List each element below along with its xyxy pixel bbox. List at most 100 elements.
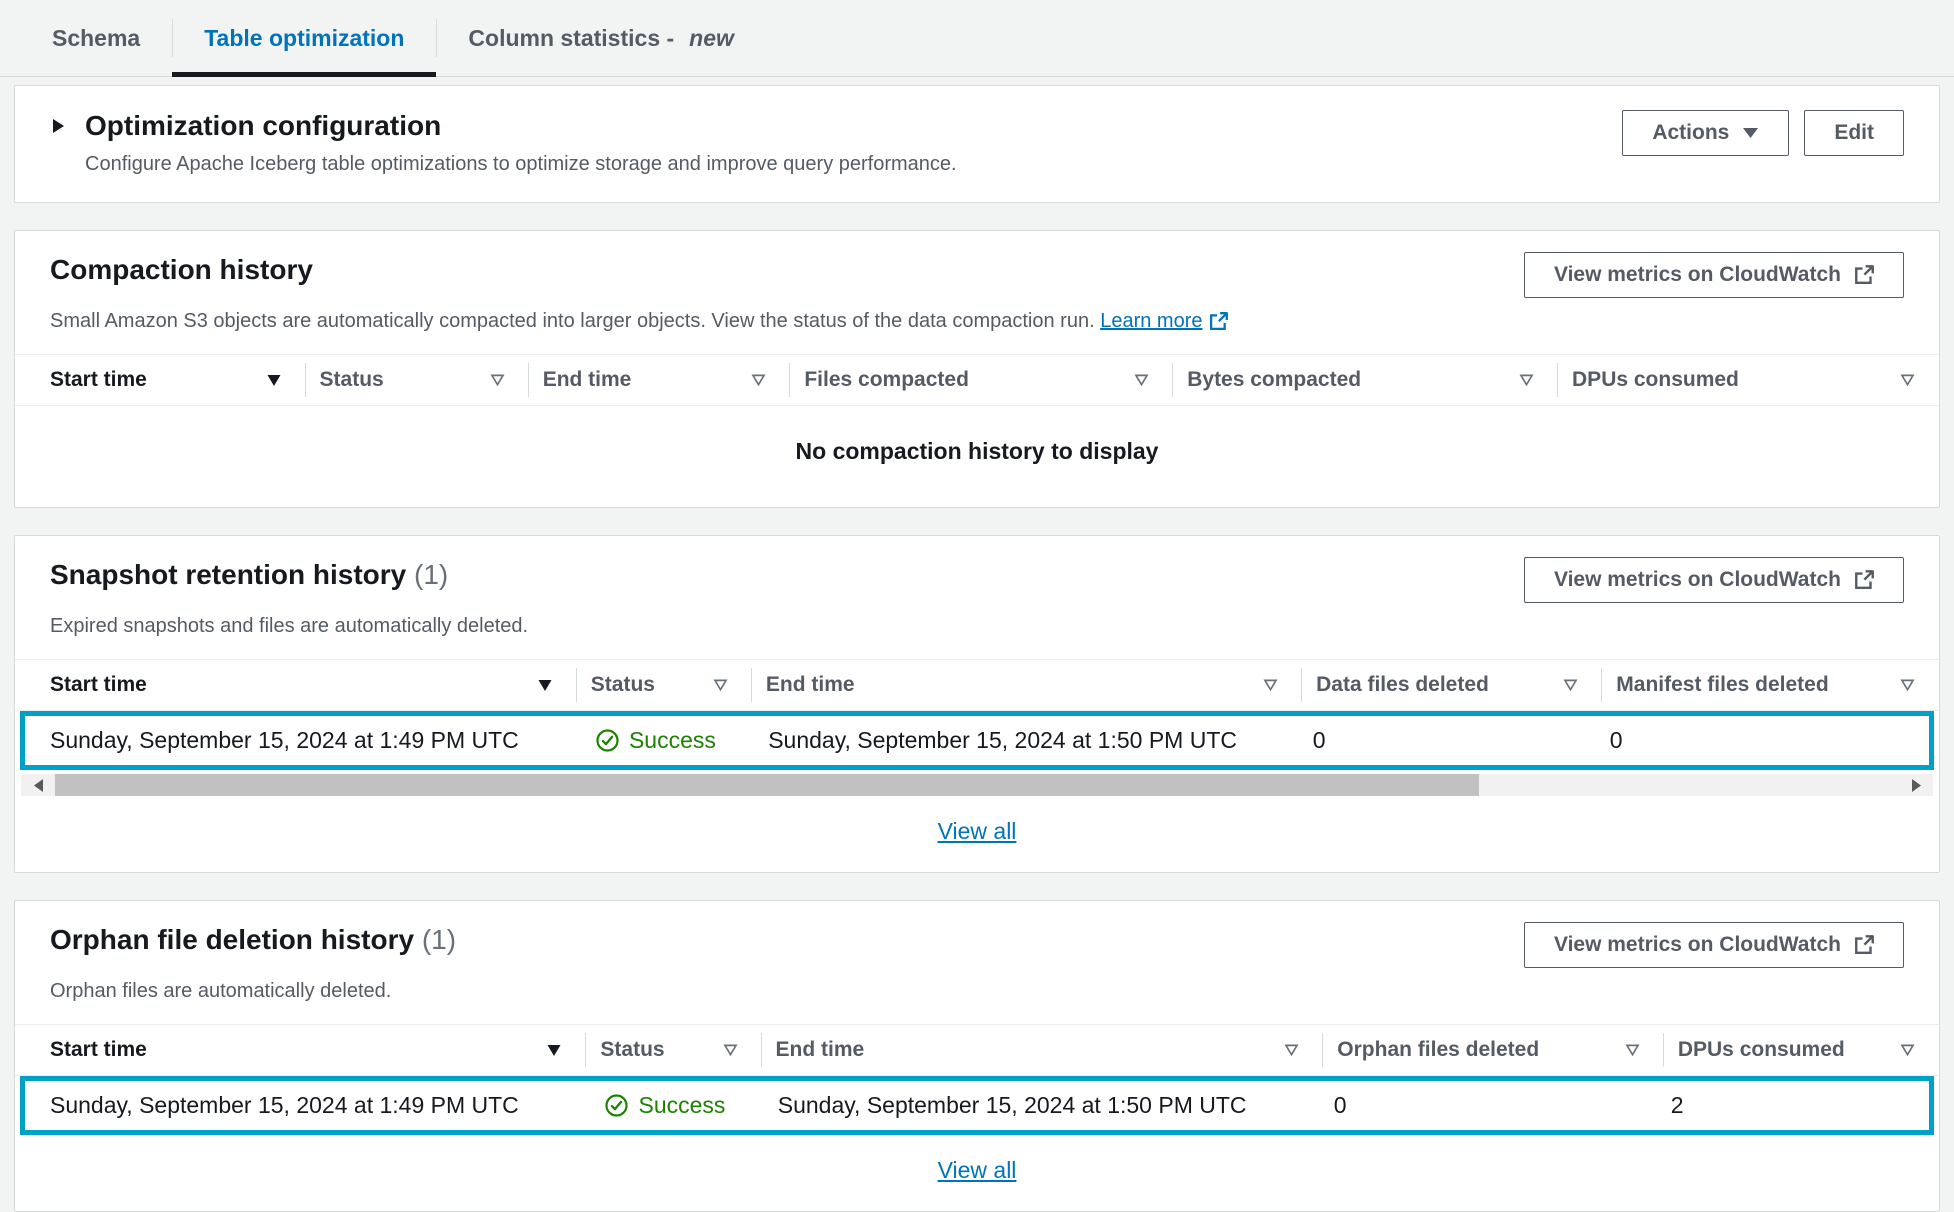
column-header-start-time[interactable]: Start time — [15, 355, 306, 405]
edit-button[interactable]: Edit — [1804, 110, 1904, 156]
orphan-table-header: Start time Status End time Orphan files … — [15, 1024, 1939, 1076]
orphan-view-metrics-label: View metrics on CloudWatch — [1554, 933, 1841, 957]
column-label: Start time — [50, 1038, 147, 1062]
snapshot-table-row-selected[interactable]: Sunday, September 15, 2024 at 1:49 PM UT… — [20, 711, 1934, 770]
column-header-start-time[interactable]: Start time — [15, 660, 577, 710]
filter-icon[interactable] — [723, 1044, 738, 1056]
filter-icon[interactable] — [1519, 374, 1534, 386]
filter-icon[interactable] — [1900, 374, 1915, 386]
filter-icon[interactable] — [1263, 679, 1278, 691]
filter-icon[interactable] — [1563, 679, 1578, 691]
sort-filter-icon[interactable] — [266, 374, 282, 387]
scroll-left-arrow[interactable] — [21, 774, 55, 796]
start-time-cell: Sunday, September 15, 2024 at 1:49 PM UT… — [25, 1081, 590, 1130]
snapshot-view-all-link[interactable]: View all — [938, 818, 1017, 844]
end-time-cell: Sunday, September 15, 2024 at 1:50 PM UT… — [754, 716, 1299, 765]
scroll-right-arrow[interactable] — [1899, 774, 1933, 796]
column-header-orphan-files-deleted[interactable]: Orphan files deleted — [1323, 1025, 1664, 1075]
column-label: Start time — [50, 673, 147, 697]
column-header-end-time[interactable]: End time — [529, 355, 791, 405]
status-cell: Success — [590, 1081, 763, 1130]
filter-icon[interactable] — [1134, 374, 1149, 386]
compaction-table-header: Start time Status End time Files compact… — [15, 354, 1939, 406]
column-label: End time — [543, 368, 632, 392]
data-files-deleted-cell: 0 — [1299, 716, 1596, 765]
column-label: Manifest files deleted — [1616, 673, 1828, 697]
optimization-configuration-description: Configure Apache Iceberg table optimizat… — [85, 153, 957, 176]
column-header-manifest-files-deleted[interactable]: Manifest files deleted — [1602, 660, 1939, 710]
orphan-deletion-title: Orphan file deletion history (1) — [50, 924, 456, 956]
orphan-title-text: Orphan file deletion history — [50, 924, 414, 955]
left-arrow-icon — [34, 779, 43, 792]
tab-schema[interactable]: Schema — [20, 0, 172, 76]
filter-icon[interactable] — [1900, 1044, 1915, 1056]
sort-filter-icon[interactable] — [546, 1044, 562, 1057]
column-label: Status — [591, 673, 655, 697]
right-arrow-icon — [1912, 779, 1921, 792]
snapshot-table-header: Start time Status End time Data files de… — [15, 659, 1939, 711]
compaction-view-metrics-button[interactable]: View metrics on CloudWatch — [1524, 252, 1904, 298]
compaction-history-card: Compaction history View metrics on Cloud… — [14, 230, 1940, 508]
column-header-bytes-compacted[interactable]: Bytes compacted — [1173, 355, 1558, 405]
orphan-view-metrics-button[interactable]: View metrics on CloudWatch — [1524, 922, 1904, 968]
filter-icon[interactable] — [1625, 1044, 1640, 1056]
filter-icon[interactable] — [713, 679, 728, 691]
column-label: DPUs consumed — [1572, 368, 1739, 392]
compaction-history-table: Start time Status End time Files compact… — [15, 354, 1939, 507]
learn-more-link[interactable]: Learn more — [1100, 310, 1228, 333]
column-header-start-time[interactable]: Start time — [15, 1025, 586, 1075]
snapshot-retention-description: Expired snapshots and files are automati… — [50, 615, 1904, 638]
tab-column-statistics-label: Column statistics - — [468, 25, 674, 52]
actions-button[interactable]: Actions — [1622, 110, 1789, 156]
filter-icon[interactable] — [1900, 679, 1915, 691]
orphan-deletion-description: Orphan files are automatically deleted. — [50, 980, 1904, 1003]
filter-icon[interactable] — [751, 374, 766, 386]
snapshot-title-text: Snapshot retention history — [50, 559, 406, 590]
scrollbar-track[interactable] — [1479, 774, 1899, 796]
column-header-status[interactable]: Status — [586, 1025, 761, 1075]
column-header-end-time[interactable]: End time — [752, 660, 1302, 710]
column-header-status[interactable]: Status — [306, 355, 529, 405]
status-label: Success — [629, 727, 716, 754]
column-header-status[interactable]: Status — [577, 660, 752, 710]
edit-button-label: Edit — [1834, 121, 1874, 145]
column-header-dpus-consumed[interactable]: DPUs consumed — [1558, 355, 1939, 405]
column-label: End time — [766, 673, 855, 697]
success-check-icon — [595, 728, 620, 753]
external-link-icon — [1854, 570, 1874, 590]
tab-table-optimization-label: Table optimization — [204, 25, 404, 52]
scrollbar-thumb[interactable] — [55, 774, 1479, 796]
compaction-description-text: Small Amazon S3 objects are automaticall… — [50, 310, 1095, 332]
column-header-files-compacted[interactable]: Files compacted — [790, 355, 1173, 405]
manifest-files-deleted-cell: 0 — [1596, 716, 1929, 765]
sort-filter-icon[interactable] — [537, 679, 553, 692]
tab-column-statistics[interactable]: Column statistics -new — [436, 0, 766, 76]
snapshot-retention-title: Snapshot retention history (1) — [50, 559, 448, 591]
snapshot-view-metrics-button[interactable]: View metrics on CloudWatch — [1524, 557, 1904, 603]
column-label: DPUs consumed — [1678, 1038, 1845, 1062]
end-time-cell: Sunday, September 15, 2024 at 1:50 PM UT… — [764, 1081, 1320, 1130]
optimization-configuration-title: Optimization configuration — [85, 110, 441, 142]
success-check-icon — [604, 1093, 629, 1118]
column-header-data-files-deleted[interactable]: Data files deleted — [1302, 660, 1602, 710]
optimization-configuration-card: Optimization configuration Configure Apa… — [14, 85, 1940, 203]
column-label: Status — [320, 368, 384, 392]
orphan-file-deletion-history-card: Orphan file deletion history (1) View me… — [14, 900, 1940, 1212]
orphan-view-all-link[interactable]: View all — [938, 1157, 1017, 1183]
tab-table-optimization[interactable]: Table optimization — [172, 0, 436, 76]
actions-button-label: Actions — [1652, 121, 1729, 145]
compaction-history-title: Compaction history — [50, 254, 313, 286]
column-label: End time — [776, 1038, 865, 1062]
horizontal-scrollbar[interactable] — [21, 774, 1933, 796]
orphan-table-row-selected[interactable]: Sunday, September 15, 2024 at 1:49 PM UT… — [20, 1076, 1934, 1135]
expand-caret-icon[interactable] — [50, 117, 66, 135]
tab-bar: Schema Table optimization Column statist… — [0, 0, 1954, 77]
status-cell: Success — [581, 716, 754, 765]
table-optimization-panel: Optimization configuration Configure Apa… — [0, 77, 1954, 1212]
column-header-end-time[interactable]: End time — [762, 1025, 1324, 1075]
orphan-count: (1) — [422, 924, 456, 955]
learn-more-label: Learn more — [1100, 310, 1202, 333]
column-header-dpus-consumed[interactable]: DPUs consumed — [1664, 1025, 1939, 1075]
filter-icon[interactable] — [1284, 1044, 1299, 1056]
filter-icon[interactable] — [490, 374, 505, 386]
